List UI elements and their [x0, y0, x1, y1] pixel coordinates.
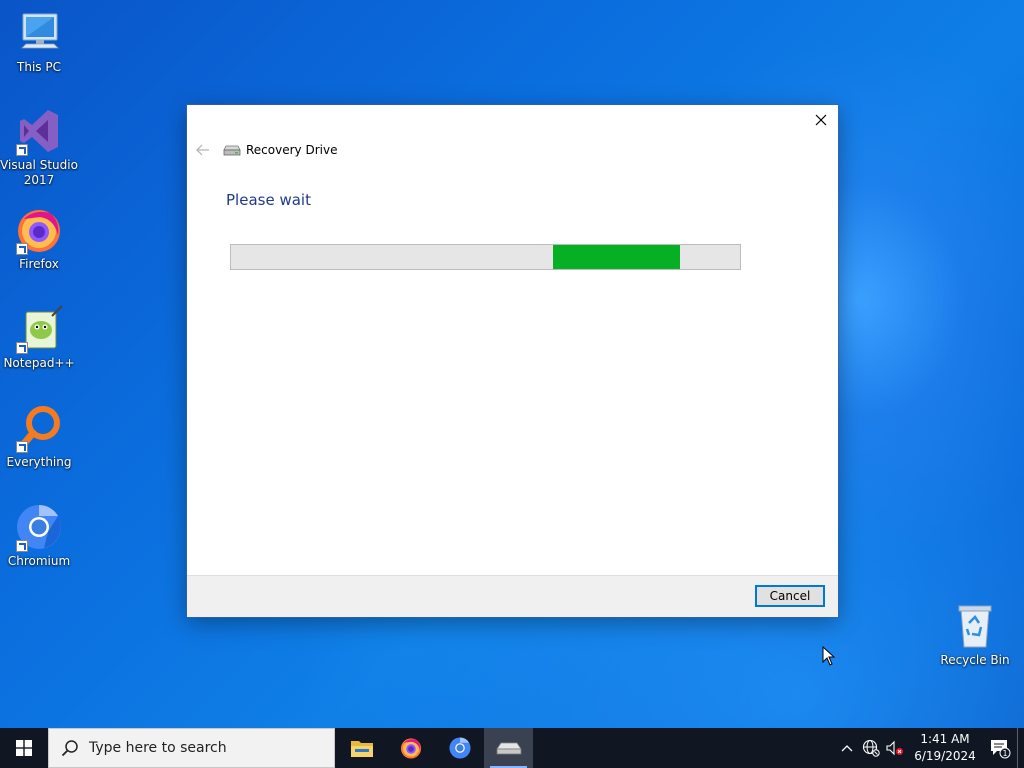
show-hidden-icons-button[interactable]	[835, 728, 859, 768]
back-arrow-icon	[196, 144, 209, 156]
close-button[interactable]	[804, 105, 838, 135]
desktop-icon-label: Chromium	[7, 554, 71, 568]
status-heading: Please wait	[226, 191, 311, 209]
taskbar-search-box[interactable]: Type here to search	[48, 728, 335, 768]
everything-icon	[14, 403, 64, 453]
notification-count: 1	[1002, 749, 1007, 758]
desktop-icon-label: Notepad++	[3, 356, 75, 370]
progress-bar	[230, 244, 741, 270]
back-button[interactable]	[195, 142, 211, 158]
network-button[interactable]	[859, 728, 883, 768]
chromium-icon	[14, 502, 64, 552]
clock-time: 1:41 AM	[920, 732, 970, 746]
shortcut-arrow-icon	[16, 540, 28, 552]
start-button[interactable]	[0, 728, 48, 768]
windows-logo-icon	[16, 740, 32, 756]
firefox-icon	[400, 738, 421, 759]
dialog-footer: Cancel	[187, 575, 838, 617]
visual-studio-icon	[14, 106, 64, 156]
desktop-icon-chromium[interactable]: Chromium	[0, 502, 78, 569]
desktop-icon-everything[interactable]: Everything	[0, 403, 78, 470]
notification-icon: 1	[991, 740, 1011, 759]
progress-bar-fill	[553, 245, 680, 269]
shortcut-arrow-icon	[16, 342, 28, 354]
network-globe-icon	[862, 739, 880, 757]
recycle-bin-icon	[950, 601, 1000, 651]
taskbar-app-firefox[interactable]	[386, 728, 435, 768]
cancel-button[interactable]: Cancel	[755, 585, 825, 607]
desktop-icon-label: This PC	[17, 60, 61, 74]
desktop: This PC Visual Studio 2017 Firefox Notep…	[0, 0, 1024, 728]
search-placeholder: Type here to search	[89, 740, 227, 756]
this-pc-icon	[14, 8, 64, 58]
close-icon	[815, 114, 827, 126]
volume-muted-icon	[886, 740, 904, 756]
desktop-icon-recycle-bin[interactable]: Recycle Bin	[936, 601, 1014, 668]
desktop-icon-label: Recycle Bin	[940, 653, 1010, 667]
shortcut-arrow-icon	[16, 243, 28, 255]
taskbar-clock[interactable]: 1:41 AM 6/19/2024	[913, 731, 977, 765]
system-tray: 1:41 AM 6/19/2024 1	[835, 728, 1024, 768]
desktop-icon-visual-studio[interactable]: Visual Studio 2017	[0, 106, 78, 188]
dialog-title: Recovery Drive	[246, 143, 338, 157]
recovery-drive-dialog: Recovery Drive Please wait Cancel	[187, 105, 838, 617]
firefox-icon	[14, 205, 64, 255]
drive-icon	[223, 145, 241, 156]
clock-date: 6/19/2024	[914, 749, 976, 763]
desktop-icon-this-pc[interactable]: This PC	[0, 8, 78, 75]
chromium-icon	[448, 737, 471, 759]
desktop-icon-label: Firefox	[19, 257, 59, 271]
volume-button[interactable]	[883, 728, 907, 768]
taskbar-app-recovery-drive[interactable]	[484, 728, 533, 768]
recovery-drive-icon	[495, 742, 522, 755]
notepad-plus-plus-icon	[14, 304, 64, 354]
shortcut-arrow-icon	[16, 441, 28, 453]
show-desktop-button[interactable]	[1017, 728, 1024, 768]
taskbar-app-chromium[interactable]	[435, 728, 484, 768]
file-explorer-icon	[350, 741, 373, 757]
chevron-up-icon	[841, 745, 853, 752]
desktop-icon-label: Everything	[6, 455, 72, 469]
desktop-icon-label: Visual Studio 2017	[0, 158, 78, 187]
taskbar-app-file-explorer[interactable]	[337, 728, 386, 768]
shortcut-arrow-icon	[16, 144, 28, 156]
search-icon	[61, 740, 78, 757]
action-center-button[interactable]: 1	[983, 728, 1017, 768]
taskbar: Type here to search 1:41 AM 6/19/2024 1	[0, 728, 1024, 768]
dialog-title-row: Recovery Drive	[223, 143, 337, 157]
desktop-icon-firefox[interactable]: Firefox	[0, 205, 78, 272]
desktop-icon-notepad-plus-plus[interactable]: Notepad++	[0, 304, 78, 371]
mouse-cursor-icon	[822, 646, 836, 666]
